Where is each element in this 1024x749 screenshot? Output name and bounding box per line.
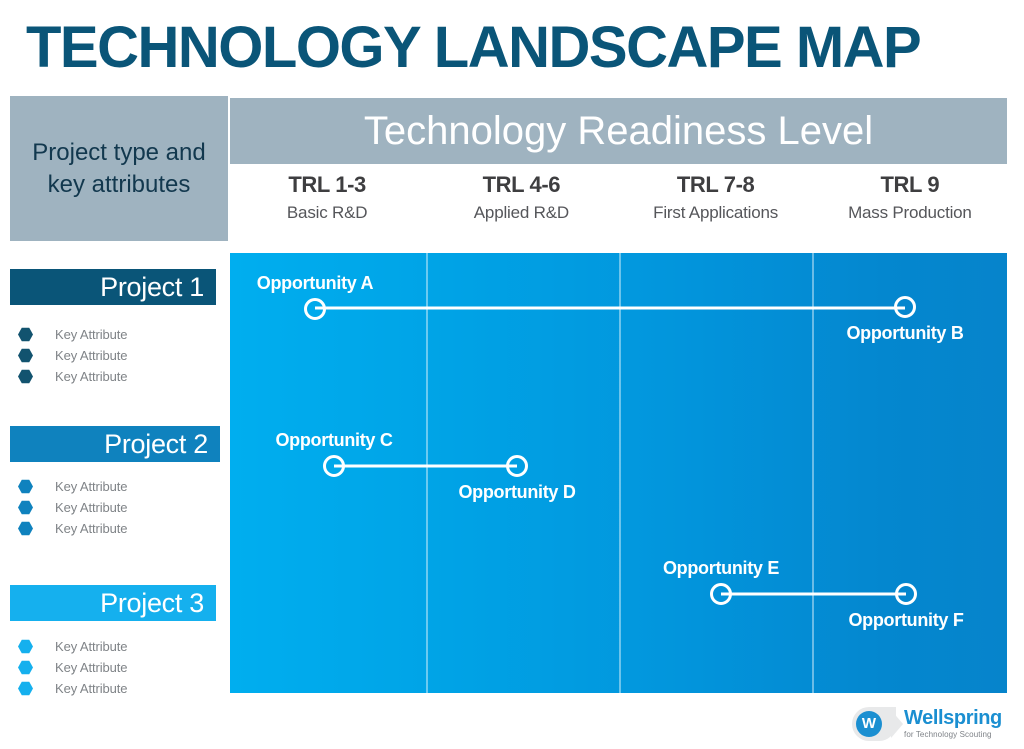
trl-column-header-3: TRL 7-8 First Applications (619, 172, 813, 234)
hexagon-bullet-icon (18, 348, 33, 363)
key-attribute-row: Key Attribute (10, 518, 128, 539)
trl-column-title: TRL 7-8 (676, 172, 755, 197)
trl-column-title: TRL 1-3 (288, 172, 366, 197)
key-attribute-label: Key Attribute (55, 478, 128, 494)
hexagon-bullet-icon (18, 521, 33, 536)
logo-monogram: W (856, 711, 882, 737)
project-label: Project 1 (100, 272, 204, 302)
sidebar-header-box: Project type and key attributes (10, 96, 228, 241)
project-bar-1[interactable]: Project 1 (10, 269, 216, 305)
opportunity-label: Opportunity B (846, 323, 964, 343)
opportunity-connector (334, 464, 517, 468)
key-attribute-row: Key Attribute (10, 657, 128, 678)
column-divider-1 (426, 253, 428, 693)
key-attribute-row: Key Attribute (10, 636, 128, 657)
opportunity-marker[interactable] (304, 298, 326, 320)
opportunity-marker[interactable] (895, 583, 917, 605)
key-attribute-row: Key Attribute (10, 324, 128, 345)
hexagon-bullet-icon (18, 369, 33, 384)
opportunity-marker[interactable] (506, 455, 528, 477)
opportunity-marker[interactable] (323, 455, 345, 477)
trl-banner: Technology Readiness Level (230, 98, 1007, 164)
key-attribute-label: Key Attribute (55, 347, 128, 363)
trl-column-subtitle: Mass Production (848, 203, 972, 222)
opportunity-marker[interactable] (894, 296, 916, 318)
trl-column-subtitle: Applied R&D (473, 203, 569, 222)
key-attribute-label: Key Attribute (55, 520, 128, 536)
sidebar-header-label: Project type and key attributes (32, 138, 206, 198)
opportunity-label: Opportunity D (458, 482, 576, 502)
page-title: TECHNOLOGY LANDSCAPE MAP (26, 15, 922, 80)
opportunity-label: Opportunity F (848, 610, 964, 630)
logo-name: Wellspring (904, 707, 1002, 729)
hexagon-bullet-icon (18, 660, 33, 675)
project-bar-2[interactable]: Project 2 (10, 426, 220, 462)
opportunity-connector (315, 306, 905, 310)
key-attribute-row: Key Attribute (10, 476, 128, 497)
trl-column-header-2: TRL 4-6 Applied R&D (424, 172, 618, 234)
key-attribute-row: Key Attribute (10, 497, 128, 518)
trl-column-title: TRL 9 (880, 172, 940, 197)
logo-text-block: Wellspring for Technology Scouting (904, 708, 1002, 740)
key-attribute-label: Key Attribute (55, 499, 128, 515)
opportunity-marker[interactable] (710, 583, 732, 605)
trl-column-subtitle: Basic R&D (286, 203, 368, 222)
key-attribute-label: Key Attribute (55, 638, 128, 654)
opportunity-label: Opportunity A (256, 273, 374, 293)
trl-column-header-4: TRL 9 Mass Production (813, 172, 1007, 234)
project-bar-3[interactable]: Project 3 (10, 585, 216, 621)
column-divider-2 (619, 253, 621, 693)
wellspring-logo: W Wellspring for Technology Scouting (851, 703, 1011, 745)
project-label: Project 2 (104, 429, 208, 459)
hexagon-bullet-icon (18, 500, 33, 515)
key-attribute-label: Key Attribute (55, 680, 128, 696)
key-attribute-row: Key Attribute (10, 345, 128, 366)
landscape-chart: Opportunity A Opportunity B Opportunity C O… (230, 253, 1007, 693)
key-attribute-label: Key Attribute (55, 659, 128, 675)
trl-column-subtitle: First Applications (653, 203, 779, 222)
opportunity-label: Opportunity C (275, 430, 393, 450)
project-label: Project 3 (100, 588, 204, 618)
hexagon-bullet-icon (18, 681, 33, 696)
trl-column-header-1: TRL 1-3 Basic R&D (230, 172, 424, 234)
key-attribute-row: Key Attribute (10, 678, 128, 699)
opportunity-label: Opportunity E (662, 558, 780, 578)
opportunity-connector (721, 592, 906, 596)
trl-column-headers: TRL 1-3 Basic R&D TRL 4-6 Applied R&D TR… (230, 172, 1007, 234)
key-attribute-row: Key Attribute (10, 366, 128, 387)
trl-banner-label: Technology Readiness Level (363, 109, 874, 153)
hexagon-bullet-icon (18, 327, 33, 342)
hexagon-bullet-icon (18, 479, 33, 494)
column-divider-3 (812, 253, 814, 693)
wellspring-mark-icon: W (851, 707, 903, 741)
trl-column-title: TRL 4-6 (482, 172, 561, 197)
logo-tagline: for Technology Scouting (904, 730, 992, 739)
hexagon-bullet-icon (18, 639, 33, 654)
key-attribute-label: Key Attribute (55, 326, 128, 342)
key-attribute-label: Key Attribute (55, 368, 128, 384)
